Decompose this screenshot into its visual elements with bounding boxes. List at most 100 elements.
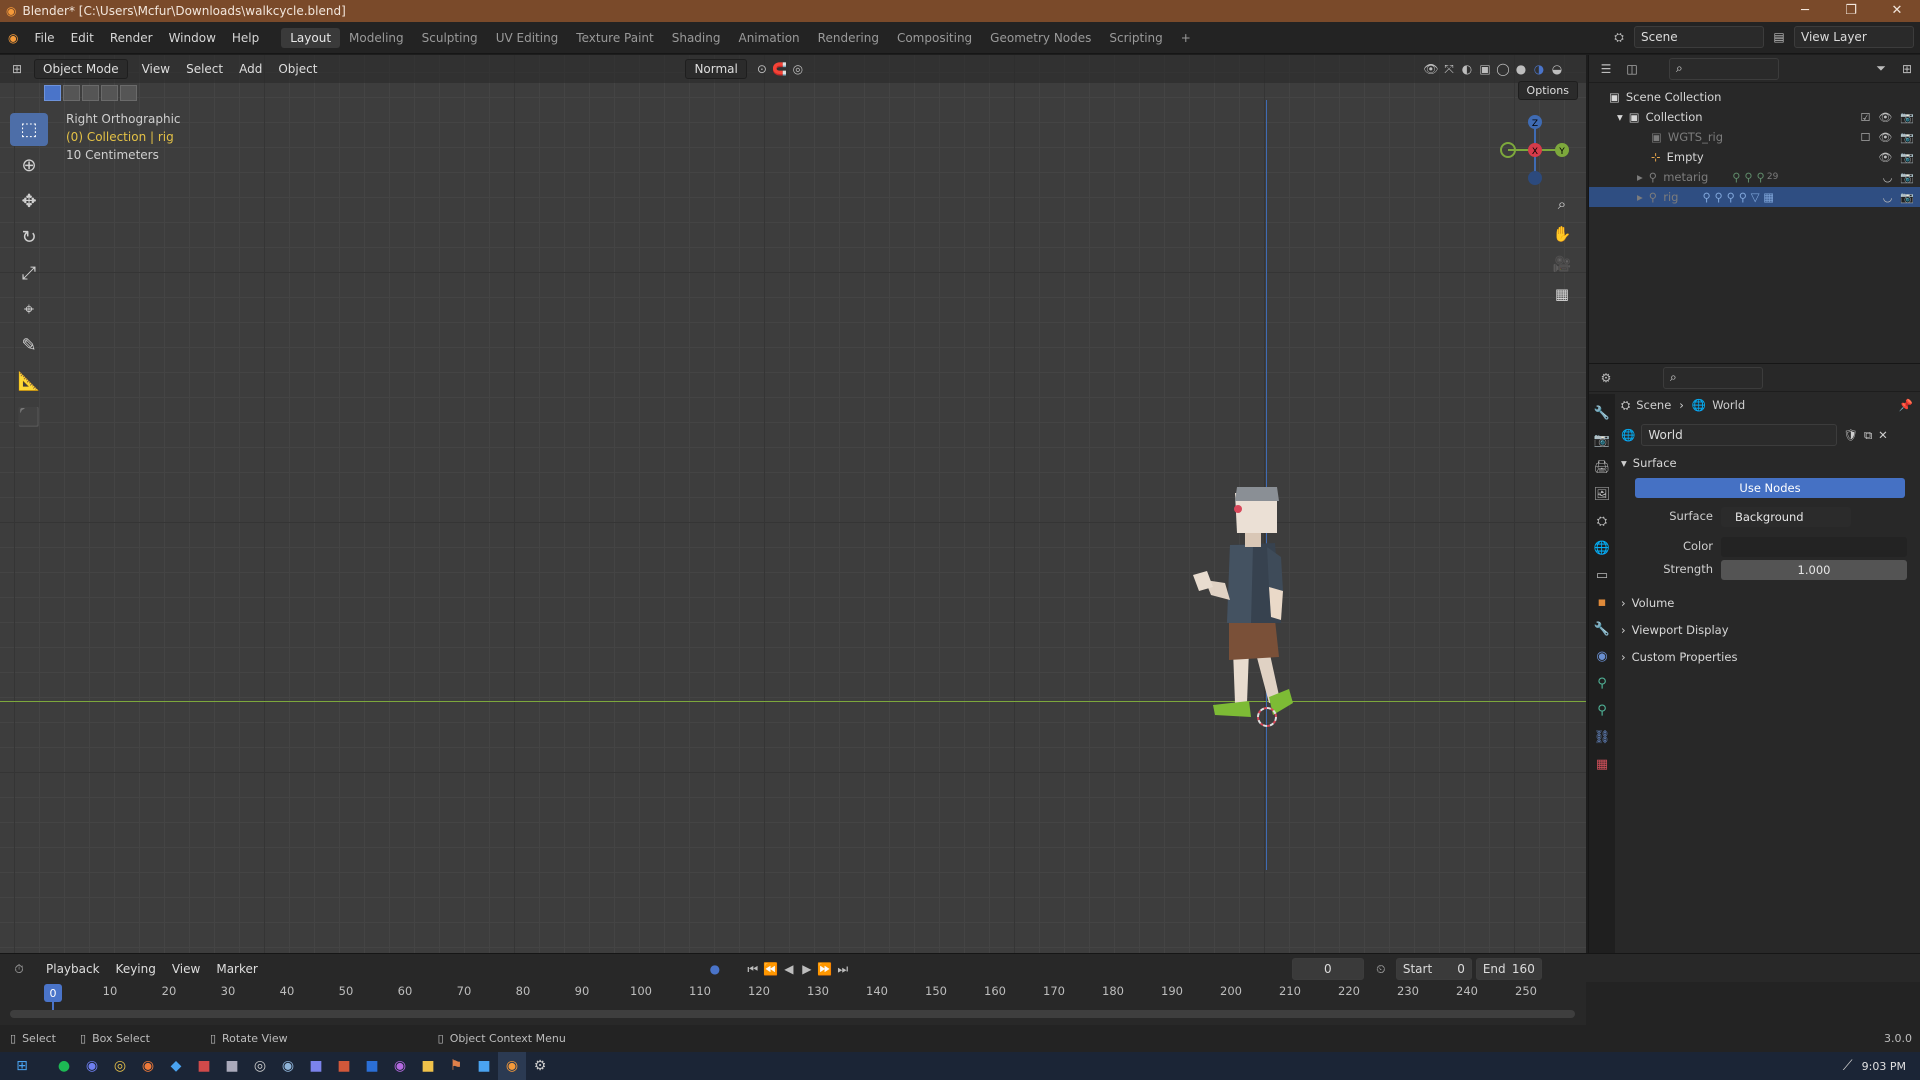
select-new-button[interactable] [44, 85, 61, 101]
scene-tab-icon[interactable]: ⛭ [1597, 514, 1607, 534]
fake-user-icon[interactable]: 🛡 [1843, 428, 1858, 442]
tab-geometry-nodes[interactable]: Geometry Nodes [981, 28, 1100, 48]
app-icon[interactable]: ◆ [162, 1052, 190, 1080]
grid-view-icon[interactable]: ▦ [1548, 280, 1576, 308]
scene-selector[interactable]: Scene [1634, 26, 1764, 48]
frame-ruler[interactable]: 10 20 30 40 50 60 70 80 90 100 110 120 1… [10, 984, 1585, 1008]
measure-tool-icon[interactable]: 📐 [10, 365, 48, 398]
timeline-menu-view[interactable]: View [164, 962, 208, 976]
minimize-button[interactable]: ─ [1782, 0, 1828, 22]
outliner-item-empty[interactable]: ⊹ Empty 👁 📷 [1589, 147, 1920, 167]
transform-orientation-dropdown[interactable]: Normal [685, 59, 747, 79]
select-box-tool-icon[interactable]: ⬚ [10, 113, 48, 146]
eye-hidden-icon[interactable]: ◡ [1883, 171, 1893, 184]
outliner-search-input[interactable]: ⌕ [1669, 57, 1779, 80]
add-cube-tool-icon[interactable]: ⬛ [10, 401, 48, 434]
jump-end-icon[interactable]: ⏭ [834, 961, 852, 977]
options-dropdown[interactable]: Options [1517, 81, 1578, 100]
file-explorer-icon[interactable]: ■ [414, 1052, 442, 1080]
collection-tab-icon[interactable]: ▭ [1596, 568, 1608, 588]
app-icon[interactable]: ◎ [246, 1052, 274, 1080]
app-icon[interactable]: ⚙ [526, 1052, 554, 1080]
camera-icon[interactable]: 🎥 [1548, 250, 1576, 278]
camera-render-icon[interactable]: 📷 [1900, 191, 1914, 204]
outliner-scene-collection[interactable]: ▣ Scene Collection [1589, 87, 1920, 107]
world-name-field[interactable]: World [1641, 424, 1838, 446]
select-difference-button[interactable] [101, 85, 118, 101]
close-button[interactable]: ✕ [1874, 0, 1920, 22]
spotify-icon[interactable]: ● [50, 1052, 78, 1080]
app-icon[interactable]: ■ [218, 1052, 246, 1080]
jump-start-icon[interactable]: ⏮ [744, 961, 762, 977]
walk-character-model[interactable] [1185, 435, 1325, 765]
use-nodes-button[interactable]: Use Nodes [1635, 478, 1905, 498]
select-subtract-button[interactable] [82, 85, 99, 101]
windows-start-icon[interactable]: ⊞ [8, 1052, 36, 1080]
xray-icon[interactable]: ▣ [1476, 61, 1494, 77]
eye-icon[interactable]: 👁 [1878, 111, 1892, 124]
camera-render-icon[interactable]: 📷 [1900, 151, 1914, 164]
checkbox-icon[interactable]: ☑ [1860, 111, 1870, 124]
tray-icon[interactable]: ⟋ [1834, 1052, 1862, 1080]
word-icon[interactable]: ■ [358, 1052, 386, 1080]
volume-panel-header[interactable]: › Volume [1617, 592, 1917, 614]
world-browse-icon[interactable]: 🌐 [1621, 428, 1635, 442]
camera-render-icon[interactable]: 📷 [1900, 111, 1914, 124]
annotate-tool-icon[interactable]: ✎ [10, 329, 48, 362]
record-icon[interactable]: ● [706, 961, 724, 977]
scene-icon[interactable]: ⛭ [1610, 29, 1628, 45]
texture-tab-icon[interactable]: ▦ [1596, 757, 1608, 777]
bone-tab-icon[interactable]: ⛓ [1594, 730, 1611, 750]
current-frame-field[interactable]: 0 [1291, 958, 1364, 980]
blender-taskbar-icon[interactable]: ◉ [498, 1052, 526, 1080]
world-tab-icon[interactable]: 🌐 [1594, 541, 1610, 561]
overlay-toggle-icon[interactable]: ◐ [1458, 61, 1476, 77]
next-keyframe-icon[interactable]: ⏩ [816, 961, 834, 977]
tab-scripting[interactable]: Scripting [1100, 28, 1171, 48]
timeline-menu-marker[interactable]: Marker [208, 962, 265, 976]
outliner-collection[interactable]: ▾ ▣ Collection ☑ 👁 📷 [1589, 107, 1920, 127]
select-extend-button[interactable] [63, 85, 80, 101]
expand-arrow-icon[interactable]: ▸ [1637, 190, 1643, 204]
outliner-item-rig[interactable]: ▸ ⚲ rig ⚲ ⚲ ⚲ ⚲ ▽ ▦ ◡ 📷 [1589, 187, 1920, 207]
pin-icon[interactable]: 📌 [1899, 398, 1913, 412]
color-swatch[interactable] [1721, 537, 1907, 557]
render-tab-icon[interactable]: 📷 [1594, 433, 1610, 453]
app-icon[interactable]: ■ [190, 1052, 218, 1080]
scale-tool-icon[interactable]: ⤢ [10, 257, 48, 290]
wireframe-shading-icon[interactable]: ◯ [1494, 61, 1512, 77]
viewport-menu-select[interactable]: Select [178, 62, 231, 76]
data-tab-icon[interactable]: ⚲ [1597, 703, 1607, 723]
properties-editor-icon[interactable]: ⚙ [1597, 370, 1615, 386]
play-reverse-icon[interactable]: ◀ [780, 961, 798, 977]
proportional-edit-icon[interactable]: ◎ [789, 61, 807, 77]
play-icon[interactable]: ▶ [798, 961, 816, 977]
steam-icon[interactable]: ◉ [274, 1052, 302, 1080]
view-layer-icon[interactable]: ▤ [1770, 29, 1788, 45]
menu-file[interactable]: File [26, 31, 62, 45]
tab-rendering[interactable]: Rendering [809, 28, 888, 48]
timeline-scrollbar[interactable] [10, 1010, 1575, 1018]
viewport-display-panel-header[interactable]: › Viewport Display [1617, 619, 1917, 641]
modifier-tab-icon[interactable]: 🔧 [1594, 622, 1610, 642]
firefox-icon[interactable]: ◉ [134, 1052, 162, 1080]
snap-icon[interactable]: 🧲 [771, 61, 789, 77]
mode-dropdown[interactable]: Object Mode [34, 59, 128, 79]
pan-hand-icon[interactable]: ✋ [1548, 220, 1576, 248]
preview-range-icon[interactable]: ⏲ [1372, 961, 1390, 977]
timeline-menu-playback[interactable]: Playback [38, 962, 108, 976]
editor-type-icon[interactable]: ⊞ [8, 61, 26, 77]
timeline-editor-icon[interactable]: ⏱ [10, 961, 28, 977]
add-workspace-button[interactable]: + [1172, 28, 1200, 48]
chrome-icon[interactable]: ◎ [106, 1052, 134, 1080]
select-intersect-button[interactable] [120, 85, 137, 101]
new-collection-icon[interactable]: ⊞ [1898, 61, 1916, 77]
app-icon[interactable]: ◉ [386, 1052, 414, 1080]
surface-panel-header[interactable]: ▾ Surface [1617, 452, 1917, 474]
filter-icon[interactable]: ⏷ [1872, 61, 1890, 77]
tool-tab-icon[interactable]: 🔧 [1594, 406, 1610, 426]
prev-keyframe-icon[interactable]: ⏪ [762, 961, 780, 977]
tab-modeling[interactable]: Modeling [340, 28, 413, 48]
timeline-menu-keying[interactable]: Keying [108, 962, 164, 976]
discord-icon[interactable]: ◉ [78, 1052, 106, 1080]
